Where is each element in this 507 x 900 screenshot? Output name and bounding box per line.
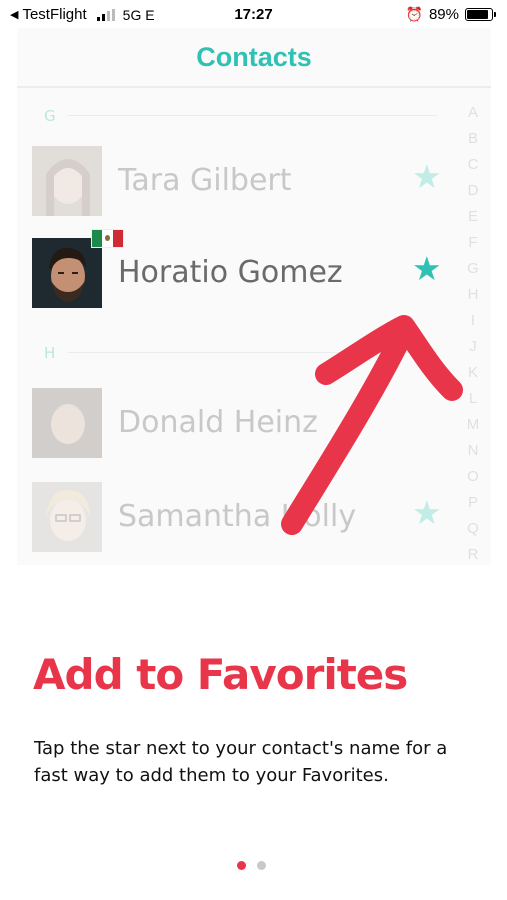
index-letter[interactable]: R bbox=[464, 542, 482, 565]
avatar bbox=[32, 238, 102, 308]
section-letter: H bbox=[44, 344, 56, 362]
page-dot-2[interactable] bbox=[257, 861, 266, 870]
index-letter[interactable]: J bbox=[464, 334, 482, 360]
section-header-h: H bbox=[42, 344, 437, 362]
section-letter: G bbox=[44, 107, 56, 125]
index-letter[interactable]: B bbox=[464, 126, 482, 152]
page-indicator[interactable] bbox=[237, 861, 266, 870]
battery-fill bbox=[467, 10, 489, 19]
page-dot-1[interactable] bbox=[237, 861, 246, 870]
index-letter[interactable]: E bbox=[464, 204, 482, 230]
index-letter[interactable]: G bbox=[464, 256, 482, 282]
alphabet-index[interactable]: ABCDEFGHIJKLMNOPQR bbox=[464, 100, 482, 565]
index-letter[interactable]: C bbox=[464, 152, 482, 178]
index-letter[interactable]: A bbox=[464, 100, 482, 126]
index-letter[interactable]: H bbox=[464, 282, 482, 308]
index-letter[interactable]: Q bbox=[464, 516, 482, 542]
contact-row-donald-heinz[interactable]: Donald Heinz bbox=[32, 388, 452, 458]
contact-name: Tara Gilbert bbox=[118, 163, 292, 198]
index-letter[interactable]: L bbox=[464, 386, 482, 412]
index-letter[interactable]: M bbox=[464, 412, 482, 438]
mexico-flag-icon bbox=[91, 229, 124, 248]
avatar bbox=[32, 482, 102, 552]
index-letter[interactable]: N bbox=[464, 438, 482, 464]
index-letter[interactable]: O bbox=[464, 464, 482, 490]
section-header-g: G bbox=[42, 107, 437, 125]
favorite-star-icon[interactable]: ★ bbox=[412, 160, 442, 193]
contact-name: Donald Heinz bbox=[118, 405, 318, 440]
contact-row-samantha-holly[interactable]: Samantha Holly ★ bbox=[32, 482, 452, 552]
status-right: ⏰ 89% bbox=[405, 6, 496, 23]
page-title: Contacts bbox=[196, 41, 312, 72]
contact-name: Horatio Gomez bbox=[118, 255, 343, 290]
index-letter[interactable]: D bbox=[464, 178, 482, 204]
contacts-preview-card: Contacts G Tara Gilbert ★ Horatio Gomez … bbox=[17, 28, 491, 565]
index-letter[interactable]: F bbox=[464, 230, 482, 256]
contact-name: Samantha Holly bbox=[118, 499, 357, 534]
card-header: Contacts bbox=[17, 28, 491, 88]
favorite-star-icon[interactable]: ★ bbox=[412, 252, 442, 285]
battery-percent: 89% bbox=[428, 6, 459, 23]
section-divider bbox=[68, 115, 437, 116]
avatar bbox=[32, 388, 102, 458]
alarm-clock-icon: ⏰ bbox=[405, 6, 423, 22]
index-letter[interactable]: K bbox=[464, 360, 482, 386]
index-letter[interactable]: P bbox=[464, 490, 482, 516]
onboarding-headline: Add to Favorites bbox=[33, 650, 408, 699]
contact-row-horatio-gomez[interactable]: Horatio Gomez ★ bbox=[32, 229, 452, 308]
favorite-star-icon[interactable]: ★ bbox=[412, 496, 442, 529]
index-letter[interactable]: I bbox=[464, 308, 482, 334]
section-divider bbox=[68, 352, 437, 353]
avatar bbox=[32, 146, 102, 216]
onboarding-description: Tap the star next to your contact's name… bbox=[34, 738, 448, 786]
battery-icon bbox=[465, 8, 496, 21]
contact-row-tara-gilbert[interactable]: Tara Gilbert ★ bbox=[32, 146, 452, 216]
status-bar: ◀ TestFlight 5G E 17:27 ⏰ 89% bbox=[0, 0, 507, 30]
